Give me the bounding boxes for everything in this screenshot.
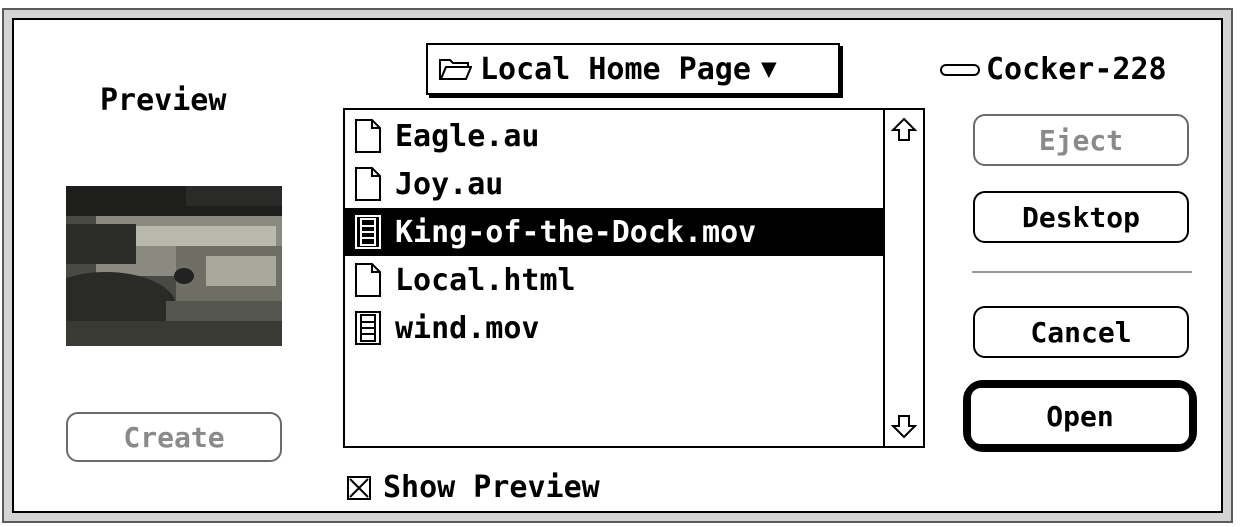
- list-item[interactable]: Eagle.au: [345, 112, 885, 160]
- file-list[interactable]: Eagle.au Joy.au King-of-the-Dock.mov Loc…: [343, 108, 925, 448]
- movie-icon: [355, 311, 381, 345]
- list-item[interactable]: Joy.au: [345, 160, 885, 208]
- folder-popup-label: Local Home Page: [480, 51, 751, 87]
- volume-name: Cocker-228: [986, 52, 1167, 87]
- volume-indicator: Cocker-228: [940, 52, 1167, 87]
- button-divider: [972, 271, 1192, 273]
- open-button-inner: Open: [969, 386, 1191, 446]
- show-preview-label: Show Preview: [383, 470, 600, 505]
- file-name: King-of-the-Dock.mov: [395, 214, 757, 250]
- vertical-scrollbar[interactable]: [883, 110, 923, 446]
- show-preview-option[interactable]: Show Preview: [347, 470, 600, 505]
- eject-button-label: Eject: [1038, 123, 1124, 157]
- eject-button[interactable]: Eject: [973, 114, 1189, 166]
- desktop-button[interactable]: Desktop: [973, 191, 1189, 243]
- movie-icon: [355, 215, 381, 249]
- desktop-button-label: Desktop: [1021, 200, 1140, 234]
- list-item[interactable]: wind.mov: [345, 304, 885, 352]
- open-button[interactable]: Open: [963, 380, 1197, 452]
- create-button-label: Create: [123, 420, 225, 454]
- file-name: Eagle.au: [395, 118, 540, 154]
- file-list-rows: Eagle.au Joy.au King-of-the-Dock.mov Loc…: [345, 112, 885, 352]
- document-icon: [355, 263, 381, 297]
- scroll-up-arrow-icon[interactable]: [885, 114, 923, 146]
- popup-arrow-icon: ▼: [760, 54, 777, 84]
- folder-popup-menu[interactable]: Local Home Page ▼: [426, 43, 840, 95]
- preview-label: Preview: [100, 83, 227, 118]
- open-folder-icon: [438, 56, 472, 82]
- document-icon: [355, 167, 381, 201]
- open-button-label: Open: [1046, 399, 1114, 433]
- cancel-button[interactable]: Cancel: [973, 306, 1189, 358]
- file-name: wind.mov: [395, 310, 540, 346]
- create-button[interactable]: Create: [66, 412, 282, 462]
- cancel-button-label: Cancel: [1030, 315, 1132, 349]
- list-item-selected[interactable]: King-of-the-Dock.mov: [345, 208, 885, 256]
- file-name: Joy.au: [395, 166, 504, 202]
- file-name: Local.html: [395, 262, 576, 298]
- scroll-down-arrow-icon[interactable]: [885, 410, 923, 442]
- document-icon: [355, 119, 381, 153]
- show-preview-checkbox[interactable]: [347, 475, 371, 500]
- list-item[interactable]: Local.html: [345, 256, 885, 304]
- preview-thumbnail: [66, 186, 282, 346]
- hard-drive-icon: [940, 62, 980, 78]
